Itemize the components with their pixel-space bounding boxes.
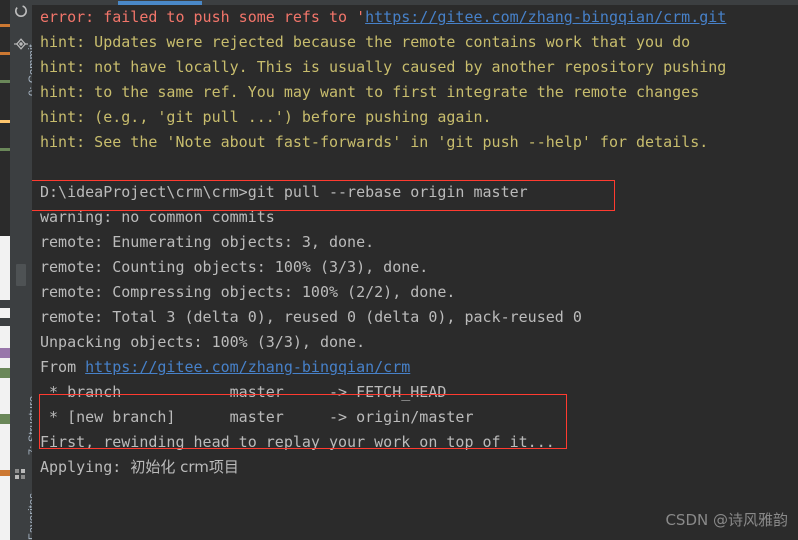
terminal-text: hint: to the same ref. You may want to f…	[40, 83, 700, 101]
terminal-link[interactable]: https://gitee.com/zhang-bingqian/crm.git	[365, 8, 726, 26]
line-hint-not-have-locally: hint: not have locally. This is usually …	[32, 55, 798, 80]
vcs-node-icon[interactable]	[13, 36, 29, 52]
tool-window-drag-handle[interactable]	[16, 264, 26, 286]
line-blank-1	[32, 155, 798, 180]
terminal-panel[interactable]: error: failed to push some refs to 'http…	[32, 0, 798, 540]
terminal-text: hint: Updates were rejected because the …	[40, 33, 691, 51]
terminal-text: warning: no common commits	[40, 208, 275, 226]
terminal-text: remote: Compressing objects: 100% (2/2),…	[40, 283, 456, 301]
line-hint-same-ref: hint: to the same ref. You may want to f…	[32, 80, 798, 105]
commit-icon[interactable]	[13, 3, 29, 19]
terminal-text: remote: Total 3 (delta 0), reused 0 (del…	[40, 308, 582, 326]
terminal-text: remote: Counting objects: 100% (3/3), do…	[40, 258, 429, 276]
terminal-text: * branch master -> FETCH_HEAD	[40, 383, 447, 401]
line-unpacking-objects: Unpacking objects: 100% (3/3), done.	[32, 330, 798, 355]
line-error-failed-push: error: failed to push some refs to 'http…	[32, 5, 798, 30]
ide-window: 0: Commit 7: Structure Favorites error: …	[0, 0, 798, 540]
line-prompt-git-pull-rebase: D:\ideaProject\crm\crm>git pull --rebase…	[32, 180, 798, 205]
line-first-rewinding: First, rewinding head to replay your wor…	[32, 430, 798, 455]
terminal-text: error: failed to push some refs to '	[40, 8, 366, 26]
editor-sliver	[0, 0, 10, 540]
line-hint-git-pull: hint: (e.g., 'git pull ...') before push…	[32, 105, 798, 130]
line-applying-crm: Applying: 初始化 crm项目	[32, 455, 798, 480]
csdn-watermark: CSDN @诗风雅韵	[665, 511, 788, 529]
line-hint-updates-rejected: hint: Updates were rejected because the …	[32, 30, 798, 55]
terminal-link[interactable]: https://gitee.com/zhang-bingqian/crm	[85, 358, 410, 376]
terminal-text: Applying:	[40, 458, 131, 476]
terminal-text: From	[40, 358, 86, 376]
line-remote-compressing: remote: Compressing objects: 100% (2/2),…	[32, 280, 798, 305]
terminal-text: hint: See the 'Note about fast-forwards'…	[40, 133, 709, 151]
terminal-text: hint: (e.g., 'git pull ...') before push…	[40, 108, 492, 126]
terminal-text: D:\ideaProject\crm\crm>git pull --rebase…	[40, 183, 528, 201]
terminal-output: error: failed to push some refs to 'http…	[32, 5, 798, 505]
terminal-text: Unpacking objects: 100% (3/3), done.	[40, 333, 366, 351]
left-tool-window-bar[interactable]: 0: Commit 7: Structure Favorites	[10, 0, 33, 540]
terminal-text: * [new branch] master -> origin/master	[40, 408, 474, 426]
line-new-branch-origin-master: * [new branch] master -> origin/master	[32, 405, 798, 430]
terminal-text: hint: not have locally. This is usually …	[40, 58, 727, 76]
terminal-text: First, rewinding head to replay your wor…	[40, 433, 555, 451]
line-hint-fast-forwards: hint: See the 'Note about fast-forwards'…	[32, 130, 798, 155]
terminal-text: remote: Enumerating objects: 3, done.	[40, 233, 375, 251]
line-blank-2	[32, 480, 798, 505]
terminal-text: 初始化 crm项目	[130, 458, 239, 476]
line-remote-enumerating: remote: Enumerating objects: 3, done.	[32, 230, 798, 255]
line-remote-counting: remote: Counting objects: 100% (3/3), do…	[32, 255, 798, 280]
line-from-remote: From https://gitee.com/zhang-bingqian/cr…	[32, 355, 798, 380]
structure-icon[interactable]	[13, 466, 29, 482]
line-remote-total: remote: Total 3 (delta 0), reused 0 (del…	[32, 305, 798, 330]
line-warning-no-common-commits: warning: no common commits	[32, 205, 798, 230]
line-branch-fetch-head: * branch master -> FETCH_HEAD	[32, 380, 798, 405]
